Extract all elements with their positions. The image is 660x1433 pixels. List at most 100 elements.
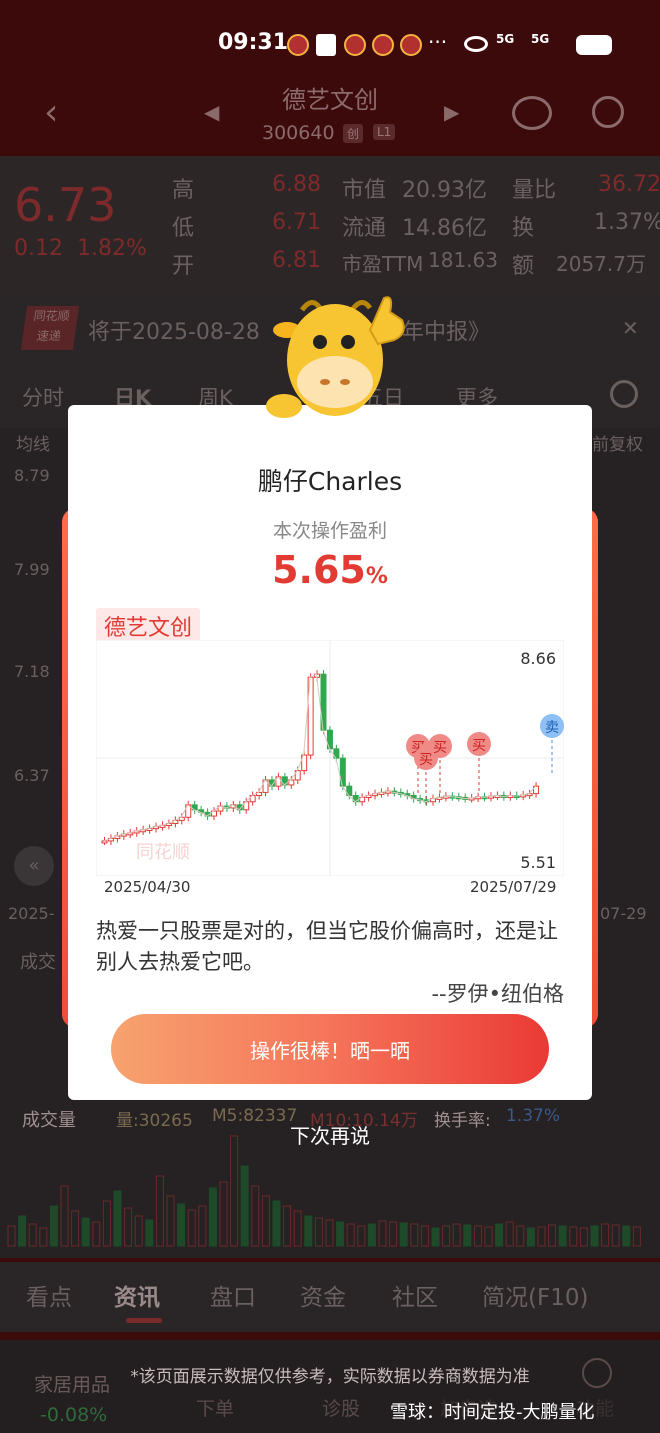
volume-bar xyxy=(166,1195,175,1247)
tab-capital[interactable]: 资金 xyxy=(300,1278,346,1312)
weibo-notify-icon xyxy=(344,34,366,56)
order-button[interactable]: 下单 xyxy=(196,1394,234,1421)
quote-value: 181.63 xyxy=(428,248,498,272)
volume-bar xyxy=(389,1221,398,1247)
volume-bar xyxy=(632,1226,641,1247)
axis-date-left: 2025- xyxy=(8,904,55,923)
close-news-icon[interactable]: ✕ xyxy=(622,316,639,340)
quote-label: 高 xyxy=(172,178,195,203)
xueqiu-watermark: 雪球：时间定投-大鹏量化 xyxy=(390,1402,595,1423)
weibo-notify-icon xyxy=(400,34,422,56)
svg-text:买: 买 xyxy=(433,740,447,756)
volume-bar xyxy=(420,1225,429,1247)
settings-icon[interactable] xyxy=(610,380,638,408)
stock-code: 300640 xyxy=(262,122,335,144)
quote-label: 换 xyxy=(512,216,535,241)
status-clock: 09:31 xyxy=(218,30,289,55)
volume-bar xyxy=(60,1185,69,1247)
quote-value: 6.71 xyxy=(272,210,321,235)
signal-5g-icon: 5G xyxy=(496,32,515,46)
tab-order-book[interactable]: 盘口 xyxy=(210,1278,256,1312)
quote-author: --罗伊•纽伯格 xyxy=(431,982,564,1006)
volume-bar xyxy=(155,1175,164,1247)
robot-icon[interactable] xyxy=(512,96,552,130)
quote-label: 量比 xyxy=(512,178,557,203)
svg-text:买: 买 xyxy=(472,738,486,754)
volume-bar xyxy=(569,1226,578,1247)
quote-value: 14.86亿 xyxy=(402,216,487,241)
diagnose-button[interactable]: 诊股 xyxy=(322,1394,360,1421)
popup-stock-name: 德艺文创 xyxy=(96,608,201,644)
volume-bar xyxy=(325,1219,334,1247)
battery-icon xyxy=(576,35,612,55)
volume-bar xyxy=(357,1225,366,1247)
quote-label: 市值 xyxy=(342,178,387,203)
volume-bar xyxy=(219,1181,228,1247)
quote-value: 6.81 xyxy=(272,248,321,273)
volume-bar xyxy=(463,1224,472,1247)
tab-f10[interactable]: 简况(F10) xyxy=(482,1278,588,1312)
quote-value: 20.93亿 xyxy=(402,178,487,203)
collapse-icon[interactable]: « xyxy=(14,846,54,886)
popup-profit-value: 5.65% xyxy=(272,548,388,592)
more-notifications-icon: ··· xyxy=(428,30,448,54)
tab-highlights[interactable]: 看点 xyxy=(26,1278,72,1312)
svg-text:买: 买 xyxy=(419,752,433,768)
volume-bar xyxy=(7,1225,16,1247)
volume-bar xyxy=(442,1225,451,1247)
news-text-tail: 年中报》 xyxy=(402,320,491,345)
volume-bar xyxy=(102,1200,111,1247)
volume-bar xyxy=(81,1217,90,1247)
volume-bar xyxy=(601,1223,610,1247)
upload-icon xyxy=(316,34,336,56)
volume-bar xyxy=(134,1215,143,1247)
tab-community[interactable]: 社区 xyxy=(392,1278,438,1312)
share-button[interactable]: 操作很棒！晒一晒 xyxy=(111,1014,549,1084)
cow-mascot-icon xyxy=(266,296,405,418)
volume-bar xyxy=(49,1205,58,1247)
volume-bar xyxy=(558,1225,567,1247)
investment-quote: 热爱一只股票是对的，但当它股价偏高时，还是让别人去热爱它吧。 xyxy=(96,919,558,974)
volume-bar xyxy=(208,1187,217,1247)
volume-bar xyxy=(177,1203,186,1247)
price-change: 0.12 1.82% xyxy=(14,236,147,261)
volume-bar xyxy=(251,1185,260,1247)
search-icon[interactable] xyxy=(592,96,624,128)
volume-bar xyxy=(346,1223,355,1247)
tab-news[interactable]: 资讯 xyxy=(114,1278,160,1312)
volume-bar xyxy=(272,1200,281,1247)
next-stock-icon[interactable]: ▶ xyxy=(444,100,459,124)
volume-bar xyxy=(187,1209,196,1247)
quote-label: 开 xyxy=(172,254,195,279)
news-text: 将于2025-08-28 xyxy=(88,320,260,345)
volume-bar xyxy=(124,1207,133,1247)
disclaimer-text: *该页面展示数据仅供参考，实际数据以券商数据为准 xyxy=(130,1367,530,1387)
volume-bar xyxy=(579,1227,588,1247)
board-tag: 创 xyxy=(343,124,364,143)
volume-bar xyxy=(304,1215,313,1247)
popup-kline-chart: 8.665.51同花顺买买买 买卖 xyxy=(96,640,564,876)
volume-bar xyxy=(18,1215,27,1247)
volume-bar xyxy=(28,1223,37,1247)
volume-bar xyxy=(39,1227,48,1247)
volume-bar xyxy=(505,1221,514,1247)
volume-bar xyxy=(113,1190,122,1247)
later-button[interactable]: 下次再说 xyxy=(0,1120,660,1149)
volume-bar xyxy=(367,1223,376,1247)
ma-selector[interactable]: 均线 xyxy=(16,430,50,455)
svg-text:卖: 卖 xyxy=(545,720,559,736)
volume-bar xyxy=(198,1205,207,1247)
popup-profit-label: 本次操作盈利 xyxy=(272,520,387,542)
quote-value: 2057.7万 xyxy=(556,252,646,276)
tab-intraday[interactable]: 分时 xyxy=(22,382,64,412)
volume-bar xyxy=(537,1226,546,1247)
adjust-selector[interactable]: 前复权 xyxy=(592,430,643,455)
volume-bar xyxy=(378,1220,387,1247)
volume-bar xyxy=(526,1227,535,1247)
volume-bar xyxy=(293,1210,302,1247)
axis-date-right: 07-29 xyxy=(600,904,647,923)
stock-name: 德艺文创 xyxy=(282,86,378,114)
chart-low-label: 5.51 xyxy=(520,853,556,872)
volume-bar xyxy=(71,1210,80,1247)
volume-bar xyxy=(516,1225,525,1247)
